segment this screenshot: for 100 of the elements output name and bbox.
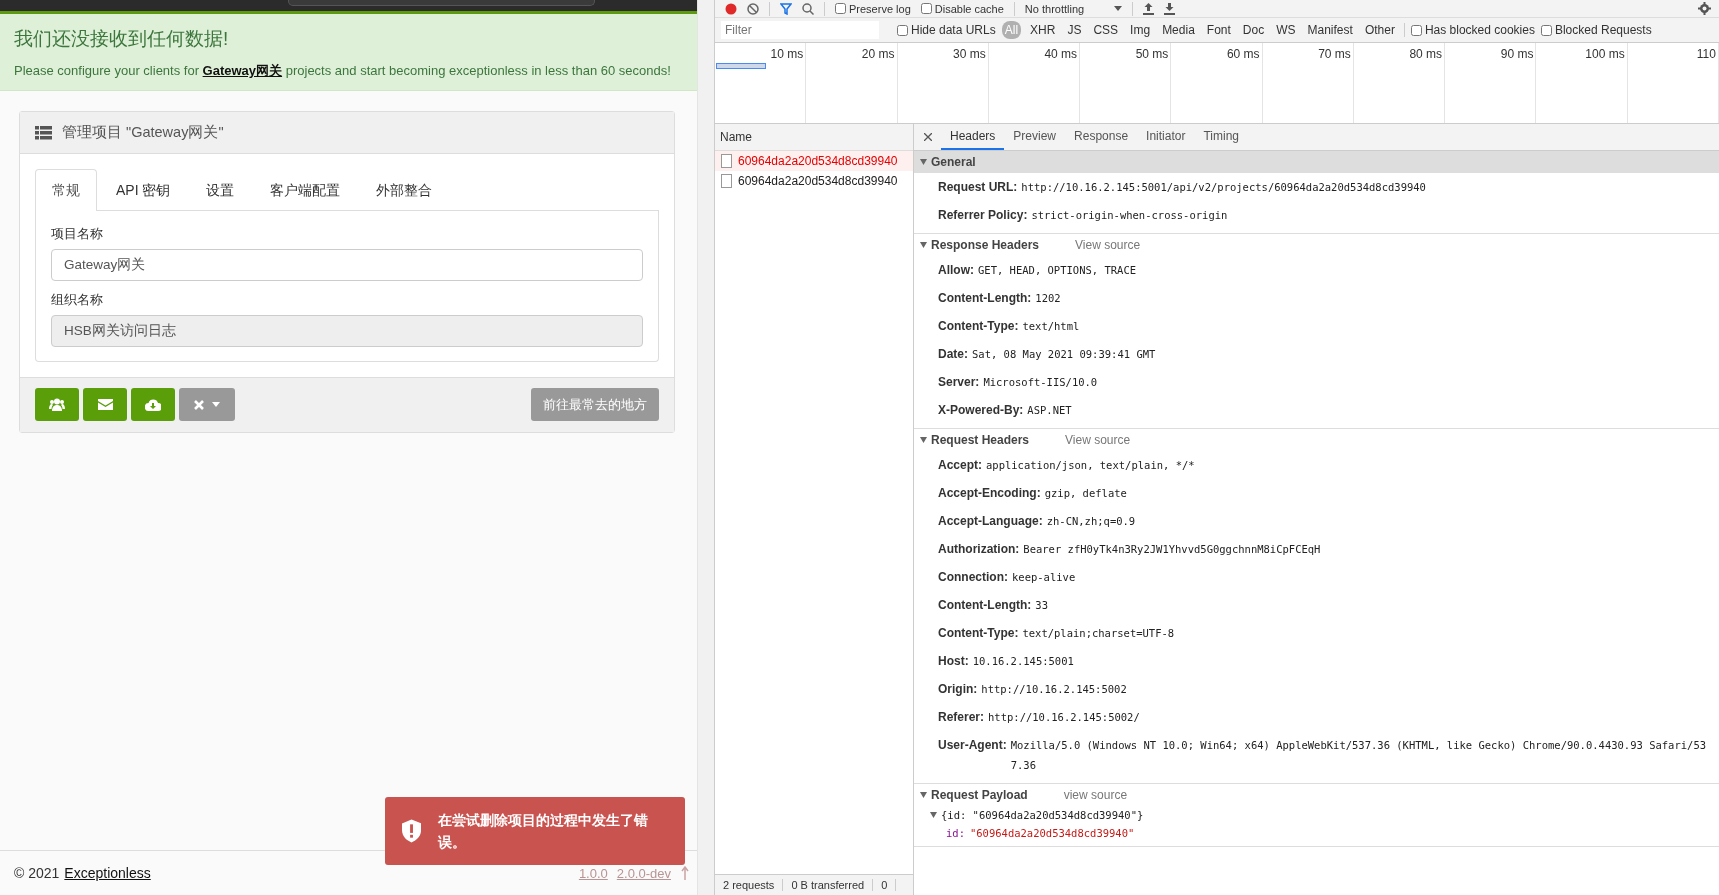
status-text: 0 B transferred: [783, 879, 874, 891]
exceptionless-link[interactable]: Exceptionless: [64, 865, 151, 881]
filter-icon[interactable]: [780, 2, 792, 15]
project-link[interactable]: Gateway网关: [202, 63, 283, 78]
checkbox-label[interactable]: Hide data URLs: [911, 23, 996, 37]
section-header[interactable]: General: [914, 151, 1719, 173]
users-button[interactable]: [35, 388, 79, 421]
filter-input[interactable]: Filter: [721, 21, 879, 39]
header-value: GET, HEAD, OPTIONS, TRACE: [978, 263, 1138, 278]
tick-label: 100 ms: [1585, 47, 1625, 61]
type-filter[interactable]: XHR: [1027, 21, 1059, 39]
checkbox[interactable]: [835, 3, 846, 14]
settings-icon[interactable]: [1698, 2, 1711, 15]
section-header[interactable]: Response Headers View source: [914, 234, 1719, 256]
section-title: Response Headers: [931, 238, 1040, 252]
tab[interactable]: 外部整合: [359, 169, 450, 211]
header-value: http://10.16.2.145:5001/api/v2/projects/60964da2a20d534d8cd39940: [1021, 180, 1427, 195]
header-value: 1202: [1035, 291, 1062, 306]
scrollbar[interactable]: [697, 0, 714, 895]
header-value: Mozilla/5.0 (Windows NT 10.0; Win64; x64) AppleWebKit/537.36 (KHTML, like Gecko) Chrome/90.0.4430.93 Safari/537.36: [1010, 738, 1708, 773]
header-name: Referer:: [938, 710, 985, 724]
checkbox-label[interactable]: Blocked Requests: [1554, 23, 1652, 37]
type-filter[interactable]: Other: [1361, 21, 1398, 39]
throttling-dropdown[interactable]: No throttling: [1024, 2, 1105, 15]
tab[interactable]: Preview: [1004, 124, 1066, 150]
type-filter[interactable]: Font: [1203, 21, 1234, 39]
header-name: Request URL:: [938, 180, 1018, 194]
header-name: Date:: [938, 347, 968, 361]
type-filter[interactable]: CSS: [1090, 21, 1122, 39]
section-title: Request Payload: [931, 788, 1028, 802]
request-row[interactable]: 60964da2a20d534d8cd39940: [715, 171, 913, 191]
type-filter[interactable]: JS: [1064, 21, 1085, 39]
setup-message: Please configure your clients for Gateway网关 projects and start becoming exceptionless in less than 60 seconds!: [14, 62, 672, 80]
tab[interactable]: 常规: [35, 169, 97, 211]
mail-button[interactable]: [83, 388, 127, 421]
copyright-text: © 2021: [14, 865, 60, 881]
header-name: Allow:: [938, 263, 974, 277]
checkbox[interactable]: [897, 24, 908, 36]
tick-label: 10 ms: [770, 47, 804, 61]
tick-label: 20 ms: [861, 47, 895, 61]
view-source-link[interactable]: View source: [1075, 238, 1141, 252]
type-filter[interactable]: Img: [1127, 21, 1154, 39]
checkbox-label[interactable]: Disable cache: [934, 2, 1004, 15]
checkbox-label[interactable]: Preserve log: [849, 2, 911, 15]
triangle-icon[interactable]: [930, 812, 937, 818]
column-header[interactable]: Name: [715, 124, 913, 151]
type-filter[interactable]: Media: [1159, 21, 1198, 39]
tick-label: 80 ms: [1409, 47, 1443, 61]
header-name: Content-Length:: [938, 291, 1032, 305]
input-field[interactable]: Gateway网关: [51, 249, 643, 281]
tab[interactable]: Timing: [1194, 124, 1248, 150]
type-filter[interactable]: Doc: [1239, 21, 1268, 39]
payload-summary: {id: "60964da2a20d534d8cd39940"}: [941, 809, 1144, 821]
request-name: 60964da2a20d534d8cd39940: [738, 174, 898, 188]
users-icon: [49, 398, 65, 411]
header-value: http://10.16.2.145:5002/: [988, 710, 1141, 725]
section-header[interactable]: Request Headers View source: [914, 429, 1719, 451]
download-icon[interactable]: [1164, 2, 1176, 15]
section-title: Request Headers: [931, 433, 1030, 447]
tick-label: 50 ms: [1135, 47, 1169, 61]
delete-menu-button[interactable]: [179, 388, 235, 421]
upload-icon[interactable]: [1143, 2, 1155, 15]
type-filter[interactable]: WS: [1273, 21, 1299, 39]
view-source-link[interactable]: view source: [1063, 788, 1128, 802]
header-value: text/plain;charset=UTF-8: [1022, 626, 1176, 641]
checkbox[interactable]: [920, 3, 932, 14]
header-value: ASP.NET: [1027, 403, 1073, 418]
header-value: 33: [1035, 598, 1049, 613]
tick-label: 110: [1696, 47, 1716, 61]
tab[interactable]: Initiator: [1137, 124, 1195, 150]
section-header[interactable]: Request Payload view source: [914, 784, 1719, 806]
view-source-link[interactable]: View source: [1065, 433, 1131, 447]
header-name: User-Agent:: [938, 738, 1007, 752]
tab[interactable]: API 密钥: [99, 169, 188, 211]
tab[interactable]: 设置: [189, 169, 252, 211]
header-value: zh-CN,zh;q=0.9: [1046, 514, 1137, 529]
header-value: application/json, text/plain, */*: [986, 458, 1196, 473]
download-button[interactable]: [131, 388, 175, 421]
clear-icon[interactable]: [747, 2, 759, 15]
record-icon[interactable]: [725, 2, 737, 15]
caret-icon[interactable]: [1114, 6, 1123, 11]
checkbox[interactable]: [1540, 24, 1552, 36]
header-name: Accept:: [938, 458, 982, 472]
checkbox[interactable]: [1410, 24, 1422, 36]
tab[interactable]: 客户端配置: [253, 169, 358, 211]
tick-label: 30 ms: [953, 47, 986, 61]
caret-icon: [212, 402, 220, 407]
request-bar: [716, 63, 766, 69]
request-row[interactable]: 60964da2a20d534d8cd39940: [715, 151, 913, 171]
header-name: Accept-Encoding:: [938, 486, 1041, 500]
section-title: General: [931, 155, 976, 169]
close-icon[interactable]: [924, 133, 932, 141]
search-icon[interactable]: [802, 2, 814, 15]
type-filter[interactable]: Manifest: [1304, 21, 1356, 39]
envelope-icon: [97, 399, 113, 410]
shield-alert-icon: [402, 819, 422, 843]
panel-title: 管理项目 "Gateway网关": [62, 123, 224, 142]
tab[interactable]: Response: [1065, 124, 1138, 150]
checkbox-label[interactable]: Has blocked cookies: [1424, 23, 1535, 37]
header-name: Connection:: [938, 570, 1008, 584]
